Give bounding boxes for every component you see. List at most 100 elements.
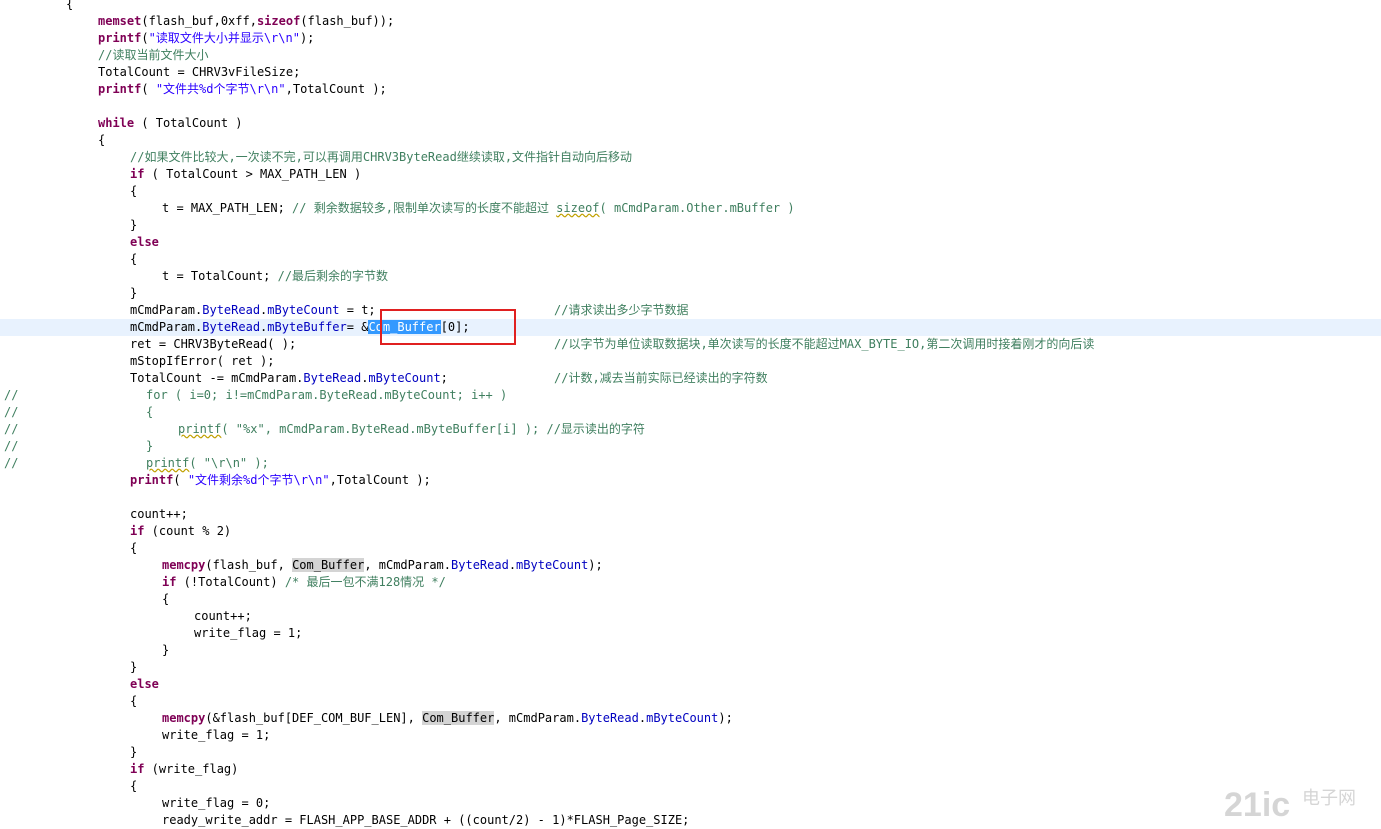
code-text: t = TotalCount; //最后剩余的字节数: [162, 268, 388, 285]
code-line[interactable]: write_flag = 1;: [0, 625, 1381, 642]
code-line[interactable]: write_flag = 1;: [0, 727, 1381, 744]
code-token: {: [98, 133, 106, 147]
keyword-token: else: [130, 235, 159, 249]
code-line[interactable]: {: [0, 183, 1381, 200]
code-text: printf( "\r\n" );: [146, 455, 269, 472]
comment-token: ( "\r\n" );: [189, 456, 269, 470]
code-text: write_flag = 0;: [162, 795, 270, 812]
code-line[interactable]: {: [0, 132, 1381, 149]
code-token: (&flash_buf[DEF_COM_BUF_LEN],: [205, 711, 423, 725]
code-text: //如果文件比较大,一次读不完,可以再调用CHRV3ByteRead继续读取,文…: [130, 149, 632, 166]
code-text: {: [130, 778, 137, 795]
code-line[interactable]: else: [0, 676, 1381, 693]
code-token: {: [130, 184, 138, 198]
code-line[interactable]: {: [0, 591, 1381, 608]
code-text: if (!TotalCount) /* 最后一包不满128情况 */: [162, 574, 446, 591]
line-comment-marker: //: [4, 422, 19, 436]
keyword-token: sizeof: [256, 14, 301, 28]
code-line[interactable]: // printf( "%x", mCmdParam.ByteRead.mByte…: [0, 421, 1381, 438]
watermark-brand: 21ic: [1224, 786, 1290, 824]
comment-token: printf: [146, 456, 190, 470]
code-line[interactable]: // {: [0, 404, 1381, 421]
code-line[interactable]: TotalCount = CHRV3vFileSize;: [0, 64, 1381, 81]
code-token: (flash_buf,: [205, 558, 293, 572]
code-line[interactable]: }: [0, 285, 1381, 302]
code-text: printf("读取文件大小并显示\r\n");: [98, 30, 314, 47]
code-line[interactable]: printf( "文件剩余%d个字节\r\n",TotalCount );: [0, 472, 1381, 489]
code-line[interactable]: if (count % 2): [0, 523, 1381, 540]
field-token: mByteCount: [516, 558, 589, 572]
code-line[interactable]: {: [0, 778, 1381, 795]
keyword-token: if: [162, 575, 177, 589]
code-line[interactable]: ret = CHRV3ByteRead( ); //以字节为单位读取数据块,单次读…: [0, 336, 1381, 353]
comment-token: sizeof: [556, 201, 600, 215]
code-line[interactable]: memset(flash_buf,0xff,sizeof(flash_buf))…: [0, 13, 1381, 30]
code-line[interactable]: }: [0, 744, 1381, 761]
code-line[interactable]: mStopIfError( ret );: [0, 353, 1381, 370]
code-line[interactable]: {: [0, 693, 1381, 710]
code-line[interactable]: t = MAX_PATH_LEN; // 剩余数据较多,限制单次读写的长度不能超…: [0, 200, 1381, 217]
code-line[interactable]: }: [0, 217, 1381, 234]
code-line[interactable]: [0, 98, 1381, 115]
code-line[interactable]: [0, 489, 1381, 506]
code-text: {: [98, 132, 105, 149]
code-token: ;: [440, 371, 448, 385]
code-line[interactable]: }: [0, 659, 1381, 676]
keyword-token: printf: [130, 473, 174, 487]
code-token: (flash_buf));: [300, 14, 395, 28]
code-text: {: [146, 404, 153, 421]
code-line[interactable]: printf( "文件共%d个字节\r\n",TotalCount );: [0, 81, 1381, 98]
code-line[interactable]: // printf( "\r\n" );: [0, 455, 1381, 472]
code-line[interactable]: t = TotalCount; //最后剩余的字节数: [0, 268, 1381, 285]
code-line[interactable]: memcpy(flash_buf, Com_Buffer, mCmdParam.…: [0, 557, 1381, 574]
comment-token: }: [146, 439, 154, 453]
code-line[interactable]: //读取当前文件大小: [0, 47, 1381, 64]
code-line[interactable]: memcpy(&flash_buf[DEF_COM_BUF_LEN], Com_…: [0, 710, 1381, 727]
code-line[interactable]: TotalCount -= mCmdParam.ByteRead.mByteCo…: [0, 370, 1381, 387]
code-text: }: [130, 285, 137, 302]
code-line[interactable]: count++;: [0, 608, 1381, 625]
code-text: if (count % 2): [130, 523, 231, 540]
code-text: count++;: [130, 506, 188, 523]
code-line[interactable]: printf("读取文件大小并显示\r\n");: [0, 30, 1381, 47]
code-line[interactable]: {: [0, 0, 1381, 13]
code-line[interactable]: //}: [0, 438, 1381, 455]
code-token: count++;: [194, 609, 252, 623]
code-token: ready_write_addr = FLASH_APP_BASE_ADDR +…: [162, 813, 690, 827]
comment-token: //最后剩余的字节数: [277, 269, 389, 283]
comment-token: for ( i=0; i!=mCmdParam.ByteRead.mByteCo…: [146, 388, 508, 402]
code-line[interactable]: ready_write_addr = FLASH_APP_BASE_ADDR +…: [0, 812, 1381, 829]
code-text: }: [146, 438, 153, 455]
code-line[interactable]: mCmdParam.ByteRead.mByteCount = t; //请求读出…: [0, 302, 1381, 319]
code-line[interactable]: }: [0, 642, 1381, 659]
field-token: ByteRead: [303, 371, 362, 385]
code-token: );: [588, 558, 603, 572]
code-line[interactable]: mCmdParam.ByteRead.mByteBuffer= &Com_Buf…: [0, 319, 1381, 336]
code-line[interactable]: {: [0, 540, 1381, 557]
field-token: mByteCount: [267, 303, 340, 317]
comment-token: //读取当前文件大小: [98, 48, 209, 62]
code-line[interactable]: else: [0, 234, 1381, 251]
site-watermark-logo: 21ic 电子网: [1224, 786, 1356, 824]
code-line[interactable]: write_flag = 0;: [0, 795, 1381, 812]
code-token: mCmdParam.: [130, 303, 203, 317]
code-token: (: [173, 473, 188, 487]
code-token: {: [162, 592, 170, 606]
line-comment-marker: //: [4, 405, 19, 419]
code-line[interactable]: if ( TotalCount > MAX_PATH_LEN ): [0, 166, 1381, 183]
code-line[interactable]: {: [0, 251, 1381, 268]
code-text: mCmdParam.ByteRead.mByteCount = t;: [130, 302, 376, 319]
code-line[interactable]: //如果文件比较大,一次读不完,可以再调用CHRV3ByteRead继续读取,文…: [0, 149, 1381, 166]
code-line[interactable]: // for ( i=0; i!=mCmdParam.ByteRead.mByte…: [0, 387, 1381, 404]
field-token: mByteBuffer: [267, 320, 347, 334]
code-editor[interactable]: {memset(flash_buf,0xff,sizeof(flash_buf)…: [0, 0, 1381, 829]
trailing-comment: //请求读出多少字节数据: [554, 303, 689, 317]
code-line[interactable]: count++;: [0, 506, 1381, 523]
code-text: while ( TotalCount ): [98, 115, 243, 132]
code-token: }: [130, 286, 138, 300]
code-line[interactable]: if (!TotalCount) /* 最后一包不满128情况 */: [0, 574, 1381, 591]
code-text: memcpy(flash_buf, Com_Buffer, mCmdParam.…: [162, 557, 603, 574]
string-token: "文件共%d个字节\r\n": [155, 82, 286, 96]
code-line[interactable]: if (write_flag): [0, 761, 1381, 778]
code-line[interactable]: while ( TotalCount ): [0, 115, 1381, 132]
